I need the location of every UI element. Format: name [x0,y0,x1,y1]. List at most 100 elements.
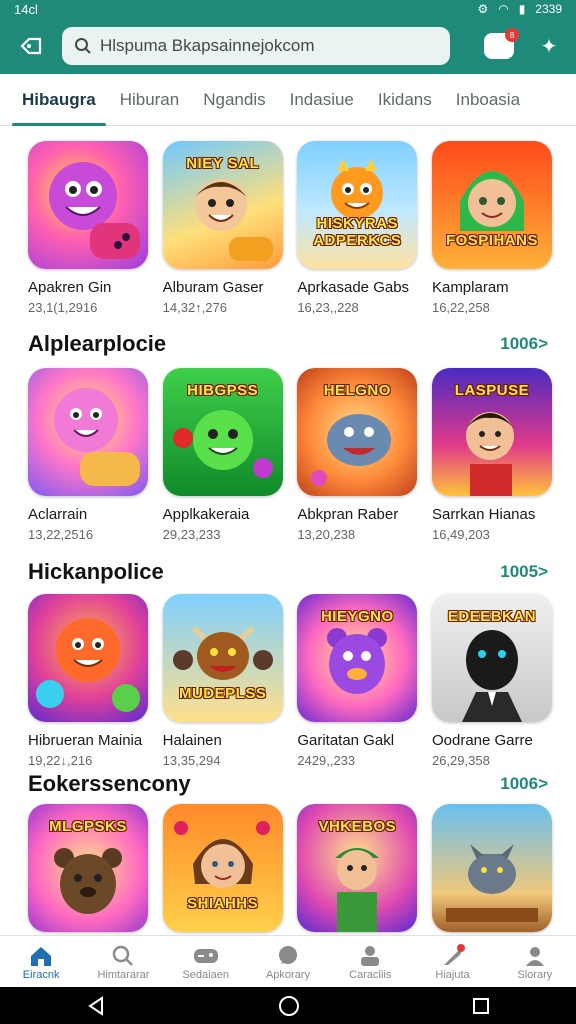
app-card[interactable] [431,804,552,932]
games-icon [355,943,385,969]
app-row: Aclarrain 13,22,2516 HIBGPSS Applkakerai… [28,368,552,542]
nav-item-feather[interactable]: Hiajuta [411,936,493,987]
app-card[interactable]: EDEEBKAN Oodrane Garre 26,29,358 [431,594,552,768]
bull-monster-icon: MUDEPLSS [162,594,283,722]
gift-icon[interactable]: ✦ [536,33,562,59]
orange-bubble-icon [28,594,148,722]
chat-button[interactable]: 8 [484,28,519,59]
tile-caption: VHKEBOS [318,818,397,835]
tile-caption: FOSPIHANS [445,232,538,249]
nav-label: Apkorary [265,968,310,981]
tab-hibaugra[interactable]: Hibaugra [10,74,108,126]
app-name: Garitatan Gakl [297,732,395,749]
system-home-icon[interactable] [278,995,300,1017]
system-nav-bar [0,987,576,1024]
girl-hearts-icon: SHIAHHS [162,804,283,932]
tab-ikidans[interactable]: Ikidans [366,74,444,126]
section-title: Alplearplocie [28,331,167,356]
tile-caption: HIBGPSS [187,382,259,399]
app-card[interactable]: HELGNO Abkpran Raber 13,20,238 [297,368,418,542]
tab-ngandis[interactable]: Ngandis [191,74,277,126]
app-count: 13,35,294 [162,753,221,768]
section-title: Hickanpolice [28,559,164,584]
app-card[interactable]: FOSPIHANS Kamplaram 16,22,258 [431,141,552,315]
purple-bear-icon: HIEYGNO [297,594,418,722]
app-card[interactable]: HISKYRAS ADPERKCS Aprkasade Gabs 16,23,,… [297,141,418,315]
nav-item-home[interactable]: Eiracnk [0,936,82,987]
app-name: Abkpran Raber [297,506,399,523]
app-count: 26,29,358 [431,753,490,768]
app-card[interactable]: HIEYGNO Garitatan Gakl 2429,,233 [297,594,418,768]
boy-gamepad-icon: NIEY SAL [162,141,283,269]
system-back-icon[interactable] [86,995,106,1016]
status-right-time: 2339 [535,2,562,16]
nav-label: Caracliis [349,968,392,981]
nav-label: Eiracnk [22,968,60,981]
app-card[interactable]: HIBGPSS Applkakeraia 29,23,233 [162,368,283,542]
wolf-art [445,844,538,922]
app-card[interactable]: LASPUSE Sarrkan Hianas 16,49,203 [431,368,552,542]
nav-item-chat[interactable]: Apkorary [247,936,329,987]
app-name: Sarrkan Hianas [431,506,536,523]
nav-item-search[interactable]: Himtararar [82,936,164,987]
tab-indasiue[interactable]: Indasiue [278,74,366,126]
app-count: 23,1(1,2916 [28,300,98,315]
tab-inboasia[interactable]: Inboasia [444,74,532,126]
app-count: 16,49,203 [431,527,490,542]
tile-caption: HISKYRAS ADPERKCS [313,215,402,249]
nav-item-profile[interactable]: Slorary [494,936,576,987]
status-icons: ⚙ ◠ ▮ 2339 [477,2,562,16]
app-actions: 8 ✦ [484,28,562,59]
nav-item-gamepad[interactable]: Sedaiaen [165,936,247,987]
section-more-link[interactable]: 1005> [500,562,548,582]
nav-item-games[interactable]: Caracliis [329,936,411,987]
tile-caption: EDEEBKAN [447,608,537,625]
home-icon [26,943,56,969]
tab-hiburan[interactable]: Hiburan [108,74,192,126]
category-tabs: Hibaugra Hiburan Ngandis Indasiue Ikidan… [0,74,576,126]
green-hair-girl-icon: FOSPIHANS [431,141,552,269]
chat-icon [273,943,303,969]
app-row: Hibrueran Mainia 19,22↓,216 MUDEPLSS Hal… [28,594,552,768]
app-count: 29,23,233 [162,527,221,542]
tile-caption: SHIAHHS [187,895,259,912]
app-name: Aprkasade Gabs [297,279,410,296]
app-name: Kamplaram [431,279,509,296]
app-name: Alburam Gaser [162,279,264,296]
section-more-link[interactable]: 1006> [500,774,548,794]
app-count: 16,23,,228 [297,300,359,315]
bubble-art [36,618,140,712]
chat-badge: 8 [505,28,519,42]
gamepad-icon [191,943,221,969]
app-card[interactable]: SHIAHHS [162,804,283,932]
section-title: Eokerssencony [28,771,191,796]
profile-icon [520,943,550,969]
bottom-nav: Eiracnk Himtararar Sedaiaen Apkorary Car… [0,935,576,987]
system-recents-icon[interactable] [472,997,490,1015]
green-blob-icon: HIBGPSS [162,368,283,496]
tile-caption: HIEYGNO [320,608,394,625]
app-card[interactable]: NIEY SAL Alburam Gaser 14,32↑,276 [162,141,283,315]
app-card[interactable]: MUDEPLSS Halainen 13,35,294 [162,594,283,768]
app-name: Applkakeraia [162,506,250,523]
tile-caption: LASPUSE [454,382,530,399]
pink-blob-gamepad-icon [28,368,148,496]
monster-art [49,162,140,259]
app-card[interactable]: VHKEBOS [297,804,418,932]
app-card[interactable]: Hibrueran Mainia 19,22↓,216 [28,594,148,768]
section-more-link[interactable]: 1006> [500,334,548,354]
soldier-boy-icon: VHKEBOS [297,804,418,932]
nav-label: Hiajuta [435,968,470,981]
app-card[interactable]: MLGPSKS [28,804,148,932]
search-placeholder: Hlspuma Bkapsainnejokcom [100,36,315,55]
bull-art [172,625,273,680]
app-name: Aclarrain [28,506,88,523]
app-card[interactable]: Apakren Gin 23,1(1,2916 [28,141,148,315]
back-button[interactable] [14,29,48,63]
feather-icon [438,943,468,969]
battery-icon: ▮ [518,2,526,16]
girl-hearts-art [173,821,270,888]
nav-label: Sedaiaen [182,968,229,981]
search-input[interactable]: Hlspuma Bkapsainnejokcom [62,27,450,65]
app-card[interactable]: Aclarrain 13,22,2516 [28,368,148,542]
